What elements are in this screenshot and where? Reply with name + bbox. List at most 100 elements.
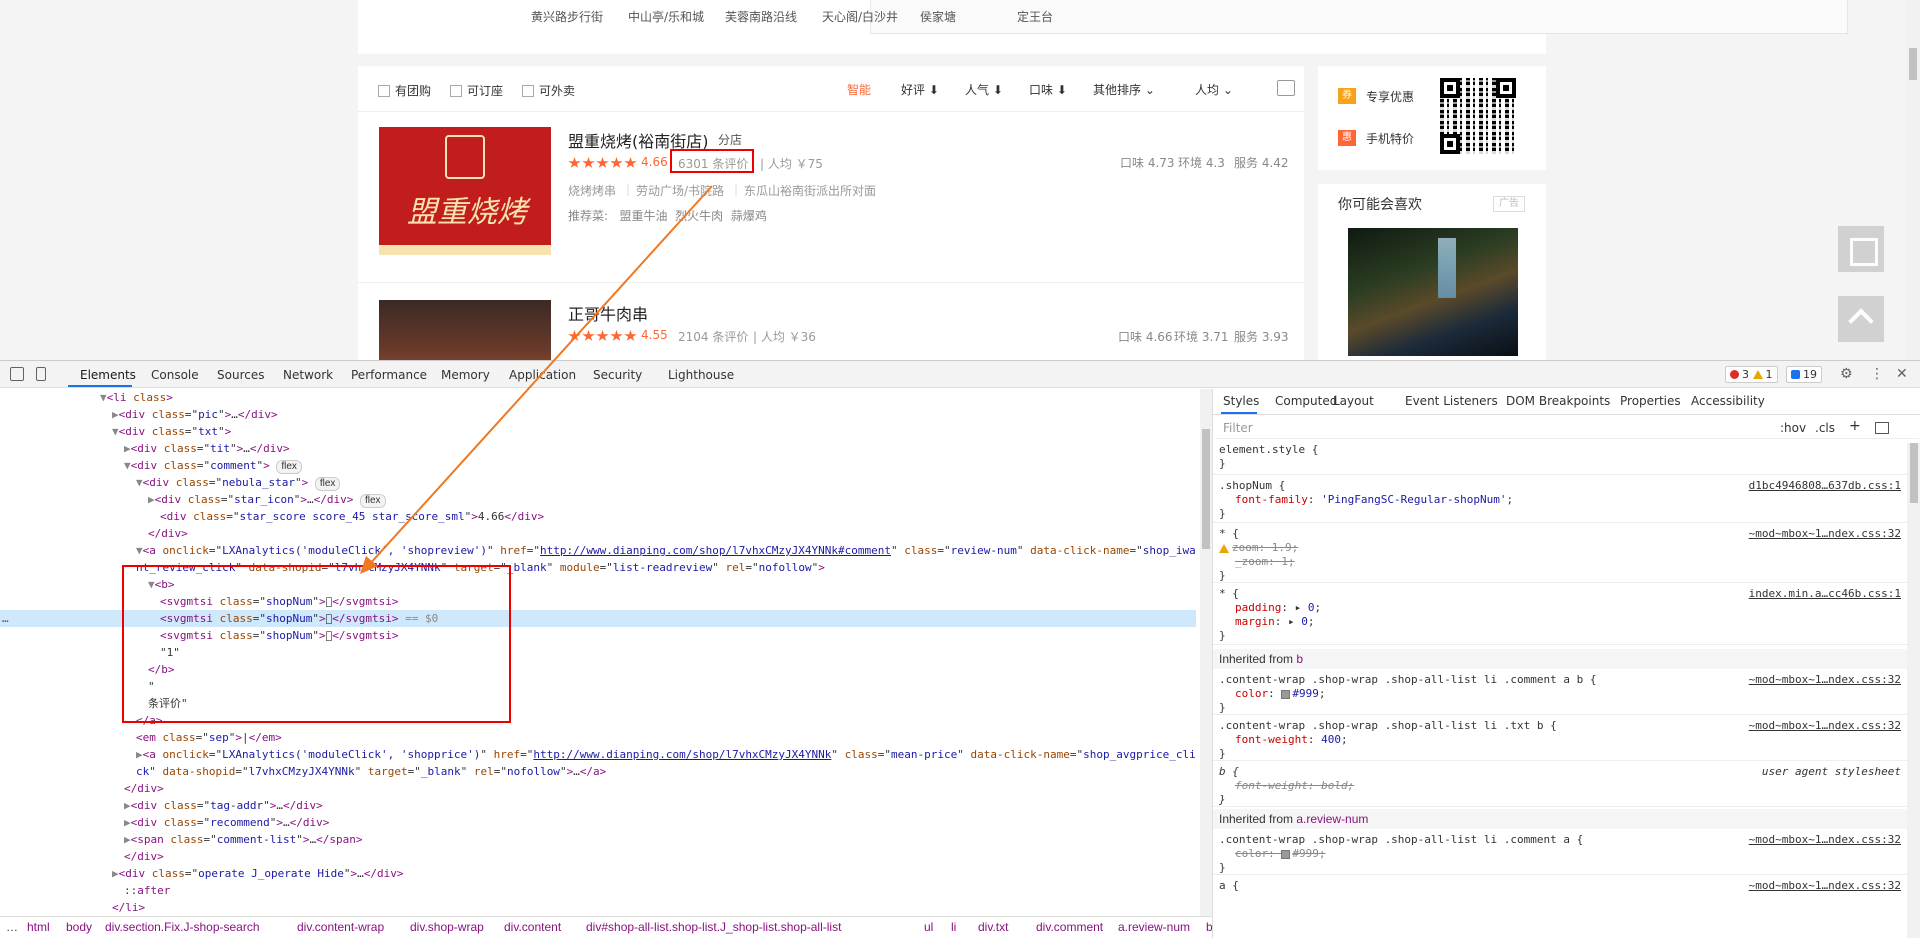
color-swatch[interactable] bbox=[1281, 849, 1291, 859]
dom-node[interactable]: </div> bbox=[0, 848, 1196, 865]
style-rule[interactable]: .content-wrap .shop-wrap .shop-all-list … bbox=[1213, 831, 1907, 875]
tab-computed[interactable]: Computed bbox=[1275, 394, 1337, 408]
hover-state-toggle[interactable]: :hov bbox=[1780, 421, 1806, 435]
avg-price[interactable]: | 人均 ￥36 bbox=[753, 328, 816, 345]
tab-network[interactable]: Network bbox=[283, 368, 333, 382]
breadcrumb-item[interactable]: a.review-num bbox=[1118, 920, 1190, 934]
breadcrumb-item[interactable]: ul bbox=[924, 920, 933, 934]
tab-properties[interactable]: Properties bbox=[1620, 394, 1681, 408]
review-count[interactable]: 2104 条评价 bbox=[678, 328, 748, 345]
dom-node[interactable]: <svgmtsi class="shopNum"></svgmtsi> bbox=[0, 593, 1196, 610]
style-rule[interactable]: b { user agent stylesheet font-weight: b… bbox=[1213, 763, 1907, 807]
sort-smart[interactable]: 智能 bbox=[847, 81, 871, 98]
shop-title[interactable]: 正哥牛肉串 bbox=[568, 301, 648, 325]
dom-node[interactable]: "1" bbox=[0, 644, 1196, 661]
breadcrumb-item[interactable]: html bbox=[27, 920, 50, 934]
style-rule[interactable]: * { index.min.a…cc46b.css:1 padding: ▸ 0… bbox=[1213, 585, 1907, 645]
dom-node[interactable]: </b> bbox=[0, 661, 1196, 678]
style-source-link[interactable]: ~mod~mbox~1…ndex.css:32 bbox=[1749, 673, 1901, 687]
scroll-thumb[interactable] bbox=[1202, 429, 1210, 549]
dom-node[interactable]: <div class="star_score score_45 star_sco… bbox=[0, 508, 1196, 525]
tab-application[interactable]: Application bbox=[509, 368, 576, 382]
style-rule[interactable]: .content-wrap .shop-wrap .shop-all-list … bbox=[1213, 717, 1907, 761]
shop-category[interactable]: 烧烤烤串 bbox=[568, 182, 616, 199]
elements-tree[interactable]: ▼<li class> ▶<div class="pic">…</div> ▼<di… bbox=[0, 389, 1196, 916]
tab-elements[interactable]: Elements bbox=[80, 368, 136, 382]
device-toolbar-icon[interactable] bbox=[36, 367, 46, 381]
dom-node[interactable]: 条评价" bbox=[0, 695, 1196, 712]
sort-other[interactable]: 其他排序 ⌄ bbox=[1093, 81, 1155, 98]
more-icon[interactable]: … bbox=[2, 610, 9, 627]
breadcrumb-item[interactable]: div.comment bbox=[1036, 920, 1103, 934]
styles-scrollbar[interactable] bbox=[1907, 443, 1920, 938]
shop-area[interactable]: 劳动广场/书院路 bbox=[636, 182, 724, 199]
area-link[interactable]: 芙蓉南路沿线 bbox=[725, 8, 797, 25]
dom-node[interactable]: ck" data-shopid="l7vhxCMzyJX4YNNk" targe… bbox=[0, 763, 1196, 780]
tab-security[interactable]: Security bbox=[593, 368, 642, 382]
settings-gear-icon[interactable]: ⚙ bbox=[1840, 366, 1853, 382]
breadcrumb-item[interactable]: div.content bbox=[504, 920, 561, 934]
dom-node[interactable]: ▼<a onclick="LXAnalytics('moduleClick', … bbox=[0, 542, 1196, 559]
recommend-image[interactable] bbox=[1348, 228, 1518, 356]
dom-node[interactable]: ▶<div class="tit">…</div> bbox=[0, 440, 1196, 457]
tab-memory[interactable]: Memory bbox=[441, 368, 490, 382]
dom-node[interactable]: </div> bbox=[0, 525, 1196, 542]
close-icon[interactable]: ✕ bbox=[1896, 366, 1908, 382]
area-link[interactable]: 中山亭/乐和城 bbox=[628, 8, 704, 25]
tab-styles[interactable]: Styles bbox=[1223, 394, 1259, 408]
filter-tuangou[interactable]: 有团购 bbox=[378, 82, 431, 99]
style-rule[interactable]: a { ~mod~mbox~1…ndex.css:32 bbox=[1213, 877, 1907, 917]
class-toggle[interactable]: .cls bbox=[1815, 421, 1835, 435]
dom-node[interactable]: <em class="sep">|</em> bbox=[0, 729, 1196, 746]
area-link[interactable]: 天心阁/白沙井 bbox=[822, 8, 898, 25]
sort-price[interactable]: 人均 ⌄ bbox=[1195, 81, 1233, 98]
dom-node[interactable]: ▶<div class="tag-addr">…</div> bbox=[0, 797, 1196, 814]
dom-node[interactable]: ▼<div class="nebula_star"> flex bbox=[0, 474, 1196, 491]
issue-counter[interactable]: 3 1 bbox=[1725, 366, 1778, 383]
breadcrumb-item[interactable]: div#shop-all-list.shop-list.J_shop-list.… bbox=[586, 920, 841, 934]
dom-node[interactable]: ▶<div class="pic">…</div> bbox=[0, 406, 1196, 423]
breadcrumb-item[interactable]: div.txt bbox=[978, 920, 1008, 934]
branch-link[interactable]: 分店 bbox=[718, 131, 742, 148]
breadcrumb-item[interactable]: body bbox=[66, 920, 92, 934]
filter-waimai[interactable]: 可外卖 bbox=[522, 82, 575, 99]
breadcrumb-item[interactable]: div.section.Fix.J-shop-search bbox=[105, 920, 260, 934]
page-scrollbar[interactable] bbox=[1906, 0, 1920, 360]
map-icon[interactable] bbox=[1277, 80, 1295, 96]
breadcrumb-item[interactable]: li bbox=[951, 920, 956, 934]
dom-node[interactable]: ▼<div class="comment"> flex bbox=[0, 457, 1196, 474]
mobile-deal-label[interactable]: 手机特价 bbox=[1366, 130, 1414, 147]
dom-node[interactable]: ::after bbox=[0, 882, 1196, 899]
style-source-link[interactable]: index.min.a…cc46b.css:1 bbox=[1749, 587, 1901, 601]
style-rule[interactable]: .content-wrap .shop-wrap .shop-all-list … bbox=[1213, 671, 1907, 715]
tab-lighthouse[interactable]: Lighthouse bbox=[668, 368, 734, 382]
sort-rating[interactable]: 好评 ⬇ bbox=[901, 81, 939, 98]
back-to-top-button[interactable] bbox=[1838, 296, 1884, 342]
breadcrumb-item[interactable]: … bbox=[6, 920, 18, 934]
dom-node[interactable]: ▶<a onclick="LXAnalytics('moduleClick', … bbox=[0, 746, 1196, 763]
inspect-element-icon[interactable] bbox=[10, 367, 24, 381]
filter-dingzuo[interactable]: 可订座 bbox=[450, 82, 503, 99]
style-rule[interactable]: element.style { } bbox=[1213, 441, 1907, 475]
tab-dom-breakpoints[interactable]: DOM Breakpoints bbox=[1506, 394, 1610, 408]
dom-node[interactable]: ▶<span class="comment-list">…</span> bbox=[0, 831, 1196, 848]
style-source-link[interactable]: ~mod~mbox~1…ndex.css:32 bbox=[1749, 833, 1901, 847]
message-counter[interactable]: 19 bbox=[1786, 366, 1822, 383]
style-source-link[interactable]: ~mod~mbox~1…ndex.css:32 bbox=[1749, 719, 1901, 733]
dom-node[interactable]: </a> bbox=[0, 712, 1196, 729]
dom-node[interactable]: ▶<div class="star_icon">…</div> flex bbox=[0, 491, 1196, 508]
area-link[interactable]: 侯家塘 bbox=[920, 8, 956, 25]
dom-node[interactable]: <svgmtsi class="shopNum"></svgmtsi> == … bbox=[0, 610, 1196, 627]
qrcode-float-button[interactable] bbox=[1838, 226, 1884, 272]
styles-filter[interactable]: Filter :hov .cls + bbox=[1215, 417, 1919, 439]
more-options-icon[interactable]: ⋮ bbox=[1870, 366, 1884, 382]
dom-node[interactable]: " bbox=[0, 678, 1196, 695]
dom-node[interactable]: nt_review_click" data-shopid="l7vhxCMzyJ… bbox=[0, 559, 1196, 576]
area-link[interactable]: 黄兴路步行街 bbox=[531, 8, 603, 25]
dom-node[interactable]: ▼<div class="txt"> bbox=[0, 423, 1196, 440]
dom-node[interactable]: ▶<div class="recommend">…</div> bbox=[0, 814, 1196, 831]
filter-input[interactable]: Filter bbox=[1223, 421, 1253, 435]
color-swatch[interactable] bbox=[1281, 689, 1291, 699]
sidebar-toggle-icon[interactable] bbox=[1875, 422, 1889, 434]
dom-node[interactable]: </div> bbox=[0, 780, 1196, 797]
